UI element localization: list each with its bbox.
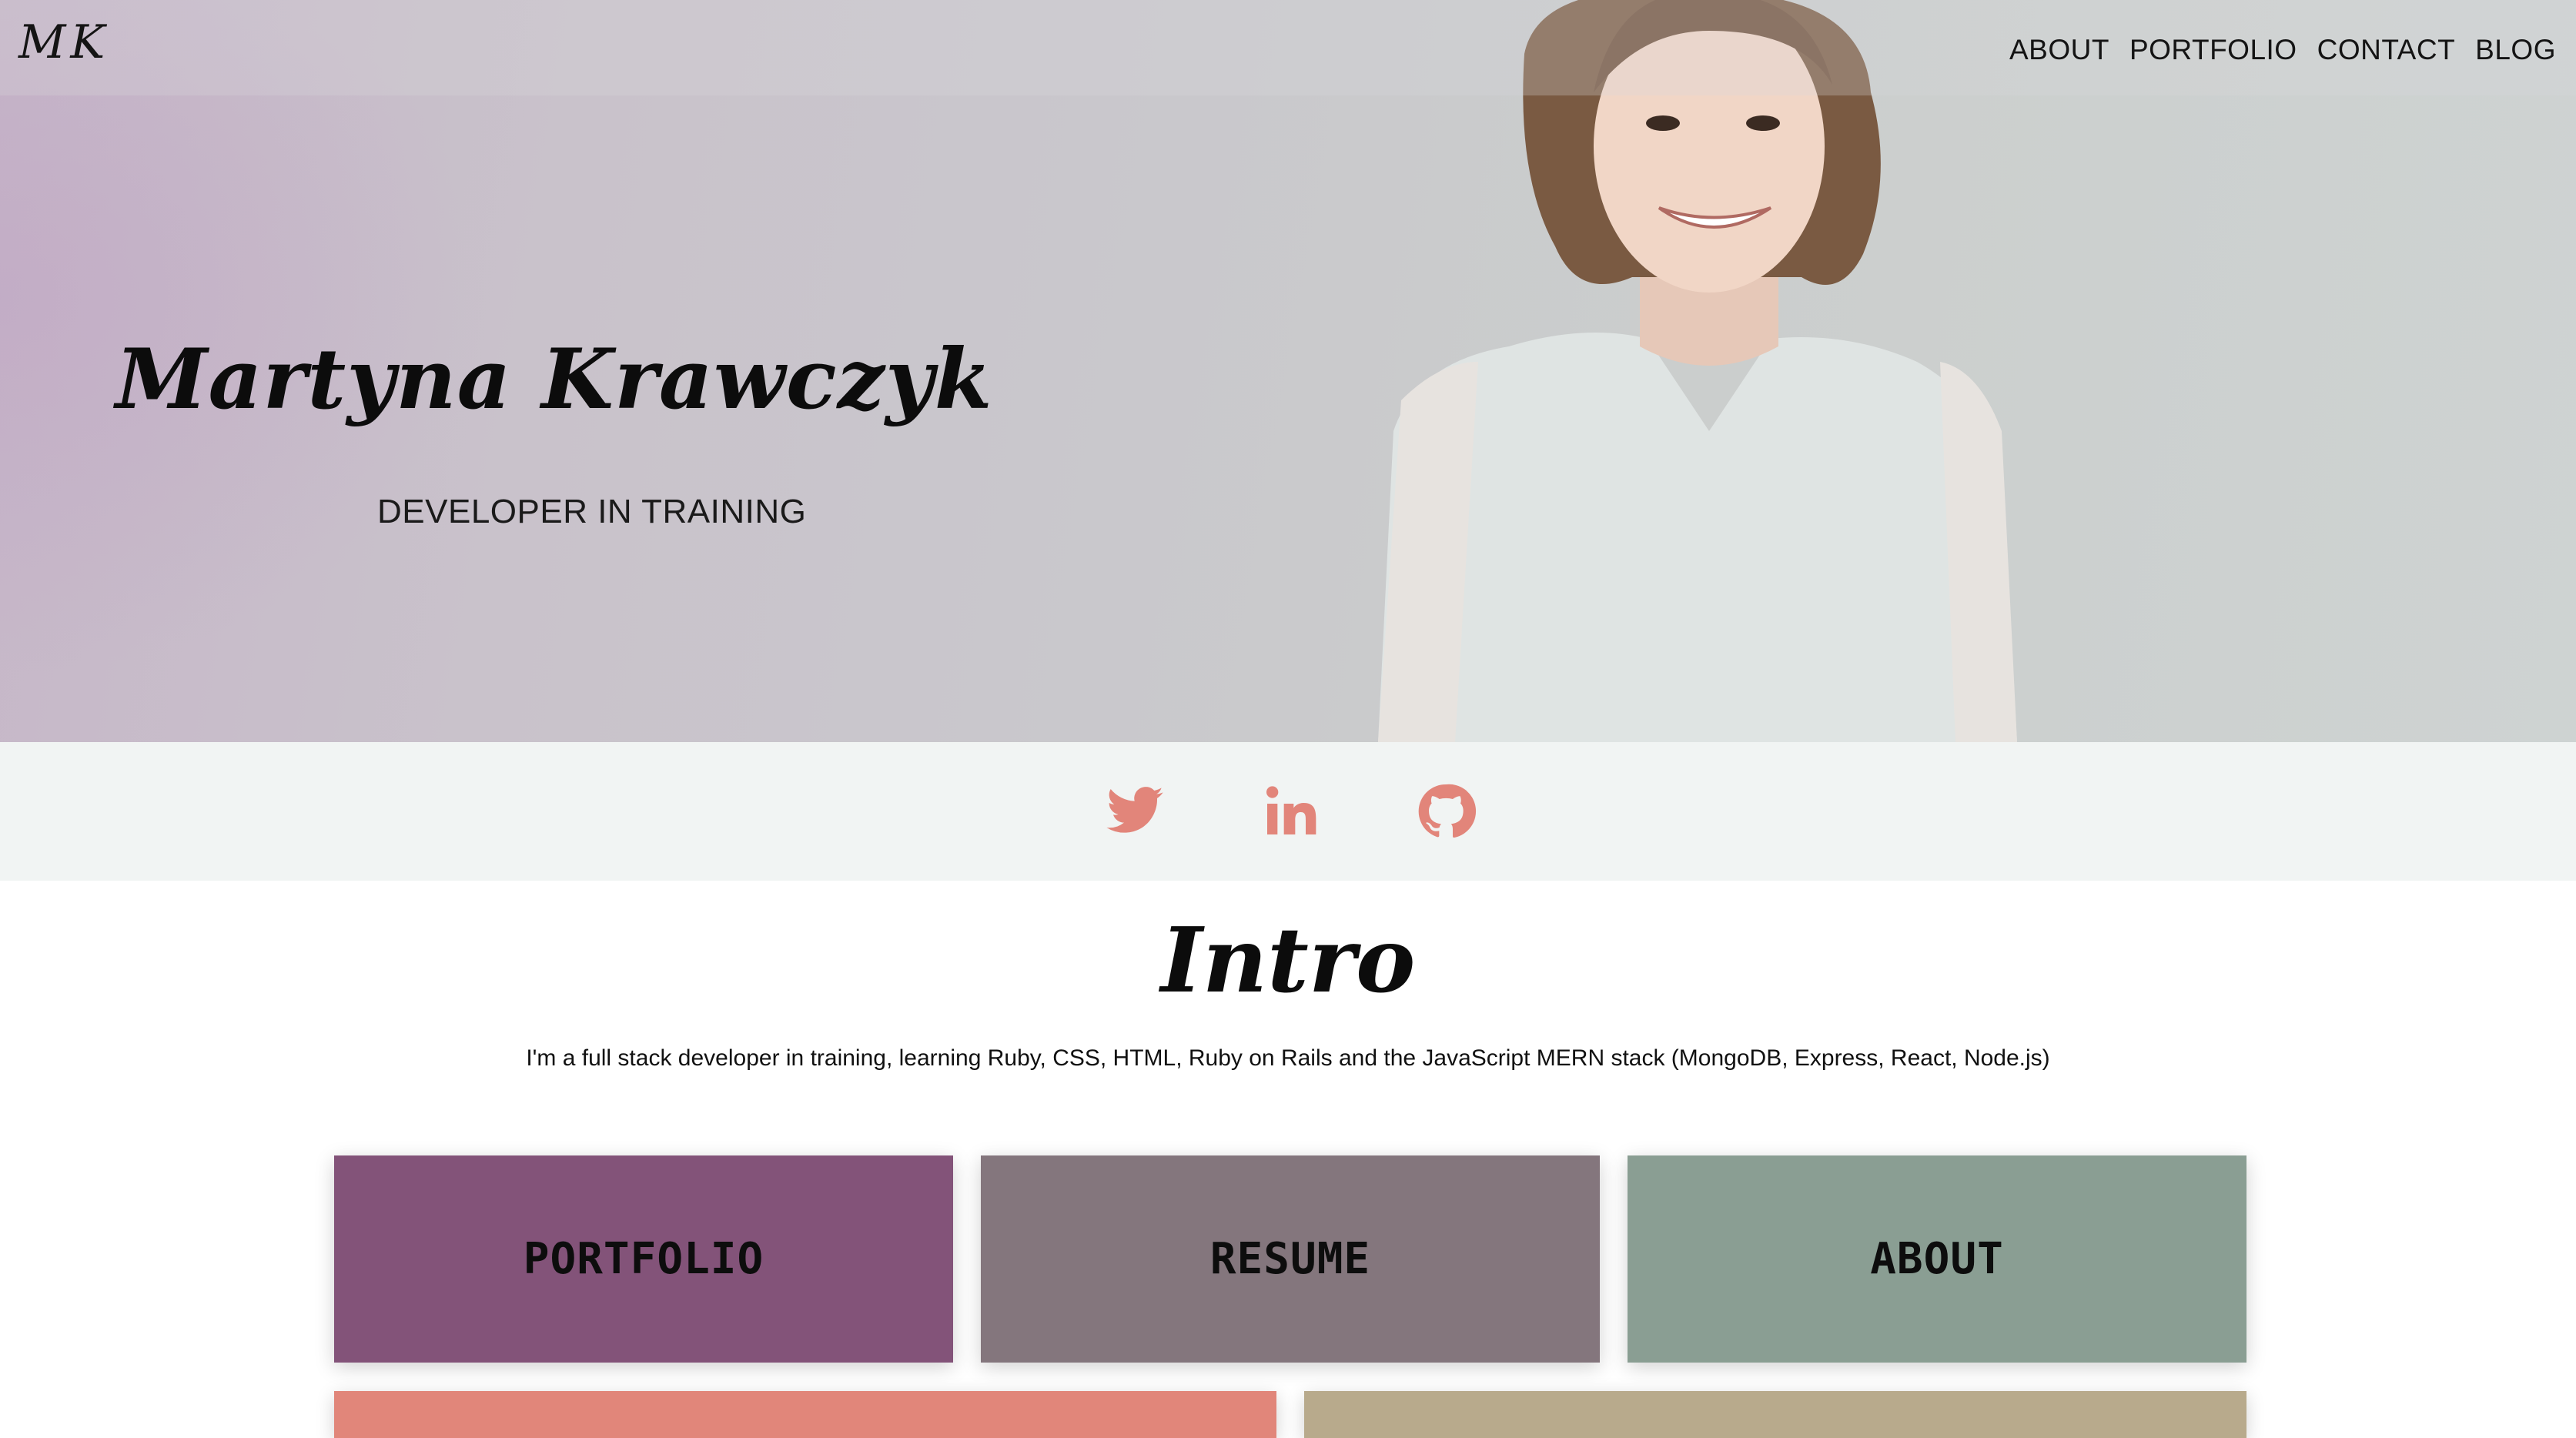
hero-name: Martyna Krawczyk [115, 331, 993, 428]
top-navbar: MK ABOUT PORTFOLIO CONTACT BLOG [0, 0, 2576, 95]
intro-text: I'm a full stack developer in training, … [526, 1045, 2050, 1071]
contact-card[interactable] [334, 1391, 1276, 1438]
card-label: ABOUT [1870, 1234, 2004, 1284]
hero-subtitle: DEVELOPER IN TRAINING [377, 493, 807, 530]
about-card[interactable]: ABOUT [1628, 1155, 2246, 1363]
nav-link-blog[interactable]: BLOG [2475, 34, 2556, 66]
card-label: PORTFOLIO [523, 1234, 764, 1284]
nav-link-about[interactable]: ABOUT [2009, 34, 2109, 66]
linkedin-icon[interactable] [1260, 781, 1321, 842]
resume-card[interactable]: RESUME [981, 1155, 1600, 1363]
github-icon[interactable] [1415, 781, 1477, 842]
twitter-icon[interactable] [1104, 781, 1166, 842]
hero-section: MK ABOUT PORTFOLIO CONTACT BLOG Martyna … [0, 0, 2576, 742]
site-logo[interactable]: MK [18, 15, 109, 69]
portrait-photo [1378, 0, 2017, 742]
nav-link-portfolio[interactable]: PORTFOLIO [2129, 34, 2297, 66]
nav-links: ABOUT PORTFOLIO CONTACT BLOG [2009, 34, 2556, 66]
social-bar [0, 742, 2576, 881]
intro-title: Intro [1160, 908, 1416, 1013]
card-label: RESUME [1209, 1234, 1371, 1284]
portfolio-card[interactable]: PORTFOLIO [334, 1155, 953, 1363]
nav-link-contact[interactable]: CONTACT [2317, 34, 2456, 66]
blog-card[interactable] [1304, 1391, 2246, 1438]
